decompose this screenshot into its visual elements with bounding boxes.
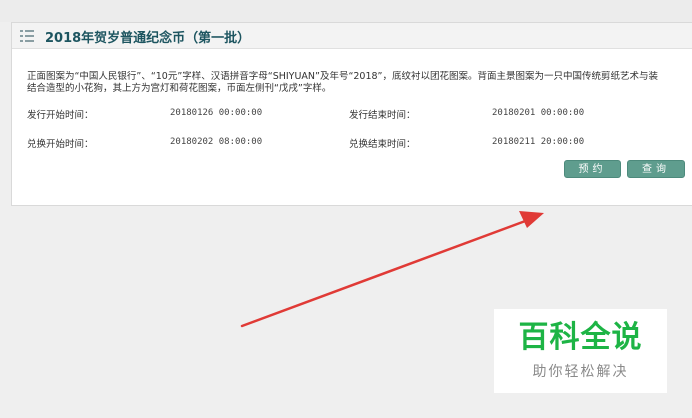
watermark-subtitle: 助你轻松解决 [532, 364, 629, 380]
watermark-logo: 百科全说 助你轻松解决 [494, 309, 667, 393]
annotation-arrow-shaft [240, 218, 530, 328]
annotation-arrow-head [519, 211, 544, 228]
watermark-title: 百科全说 [518, 320, 643, 355]
